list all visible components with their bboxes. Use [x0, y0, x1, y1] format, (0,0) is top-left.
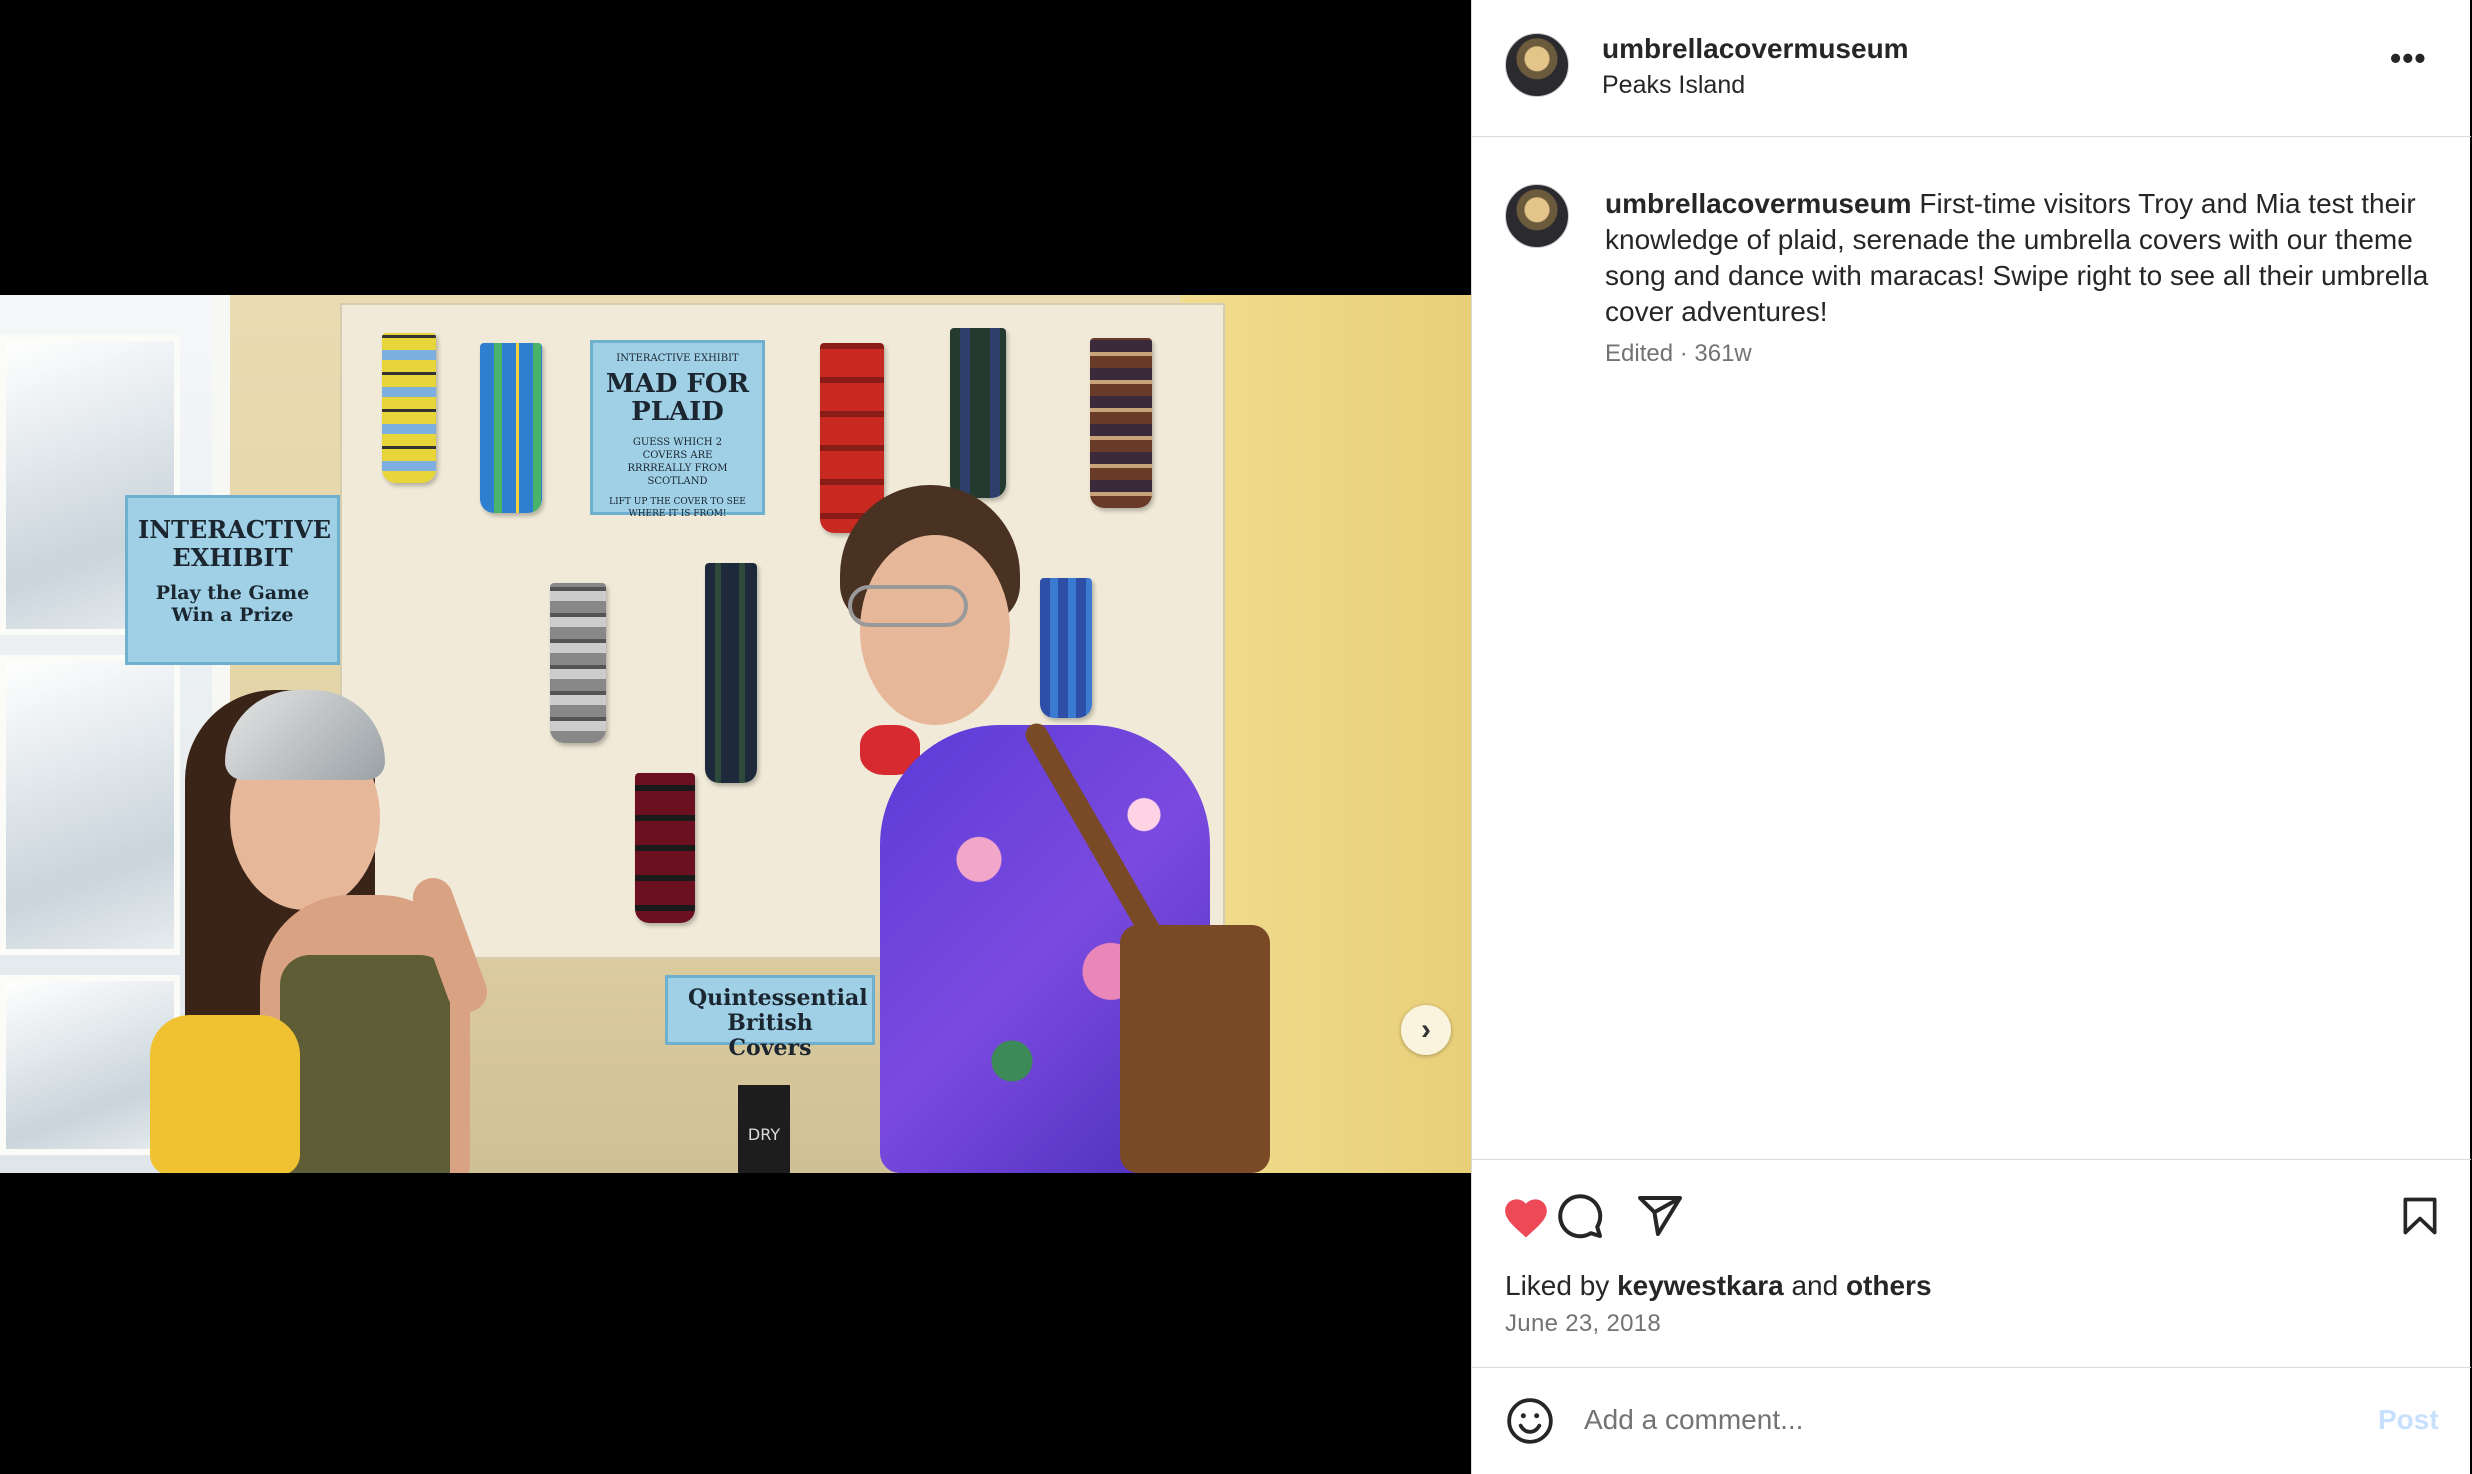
like-button[interactable]	[1498, 1188, 1554, 1244]
post-header: umbrellacovermuseum Peaks Island •••	[1472, 0, 2471, 137]
liked-and: and	[1791, 1270, 1839, 1301]
liked-others-link[interactable]: others	[1846, 1270, 1932, 1301]
liked-prefix: Liked by	[1505, 1270, 1610, 1301]
comment-button[interactable]	[1552, 1188, 1608, 1244]
mad-for-plaid-sign: INTERACTIVE EXHIBIT MAD FOR PLAID GUESS …	[590, 340, 765, 519]
avatar[interactable]	[1505, 33, 1569, 97]
carousel-next-button[interactable]: ›	[1401, 1005, 1451, 1055]
keep-calm-text: DRY	[747, 1125, 781, 1144]
caption-username[interactable]: umbrellacovermuseum	[1605, 188, 1912, 219]
post-photo[interactable]: INTERACTIVE EXHIBIT Play the Game Win a …	[0, 295, 1471, 1173]
comment-bar: Post	[1472, 1367, 2471, 1474]
caption-avatar[interactable]	[1505, 184, 1569, 248]
post-panel: umbrellacovermuseum Peaks Island ••• umb…	[1471, 0, 2471, 1474]
comment-input[interactable]	[1584, 1392, 2344, 1448]
caption-text: umbrellacovermuseum First-time visitors …	[1605, 186, 2435, 330]
chevron-right-icon: ›	[1421, 1013, 1431, 1046]
more-options-icon[interactable]: •••	[2390, 40, 2427, 77]
comment-icon	[1558, 1194, 1603, 1239]
post-location[interactable]: Peaks Island	[1602, 71, 1745, 100]
interactive-exhibit-title: INTERACTIVE EXHIBIT	[138, 515, 331, 572]
post-username[interactable]: umbrellacovermuseum	[1602, 33, 1909, 65]
post-date[interactable]: June 23, 2018	[1505, 1310, 1661, 1338]
bookmark-icon	[2403, 1197, 2437, 1235]
emoji-button[interactable]	[1505, 1396, 1555, 1446]
plaid-sign-kicker: INTERACTIVE EXHIBIT	[616, 353, 739, 364]
caption-meta: Edited · 361w	[1605, 340, 1752, 367]
likes-summary: Liked by keywestkara and others	[1505, 1270, 1932, 1302]
emoji-icon	[1507, 1398, 1553, 1444]
keep-calm-cover: DRY	[738, 1085, 790, 1173]
plaid-sign-title: MAD FOR PLAID	[605, 369, 750, 427]
share-icon	[1638, 1196, 1682, 1236]
plaid-sign-footer: LIFT UP THE COVER TO SEE WHERE IT IS FRO…	[609, 497, 746, 519]
post-comment-button[interactable]: Post	[2378, 1404, 2439, 1436]
media-viewer: INTERACTIVE EXHIBIT Play the Game Win a …	[0, 0, 1471, 1474]
visitor-troy	[820, 485, 1290, 1173]
caption-block: umbrellacovermuseum First-time visitors …	[1472, 137, 2471, 1159]
heart-icon	[1505, 1199, 1547, 1238]
save-button[interactable]	[2392, 1188, 2448, 1244]
liked-user-link[interactable]: keywestkara	[1617, 1270, 1784, 1301]
share-button[interactable]	[1632, 1188, 1688, 1244]
action-bar: Liked by keywestkara and others June 23,…	[1472, 1159, 2471, 1367]
plaid-sign-body: GUESS WHICH 2 COVERS ARE RRRREALLY FROM …	[627, 437, 728, 487]
visitor-mia	[130, 595, 570, 1173]
